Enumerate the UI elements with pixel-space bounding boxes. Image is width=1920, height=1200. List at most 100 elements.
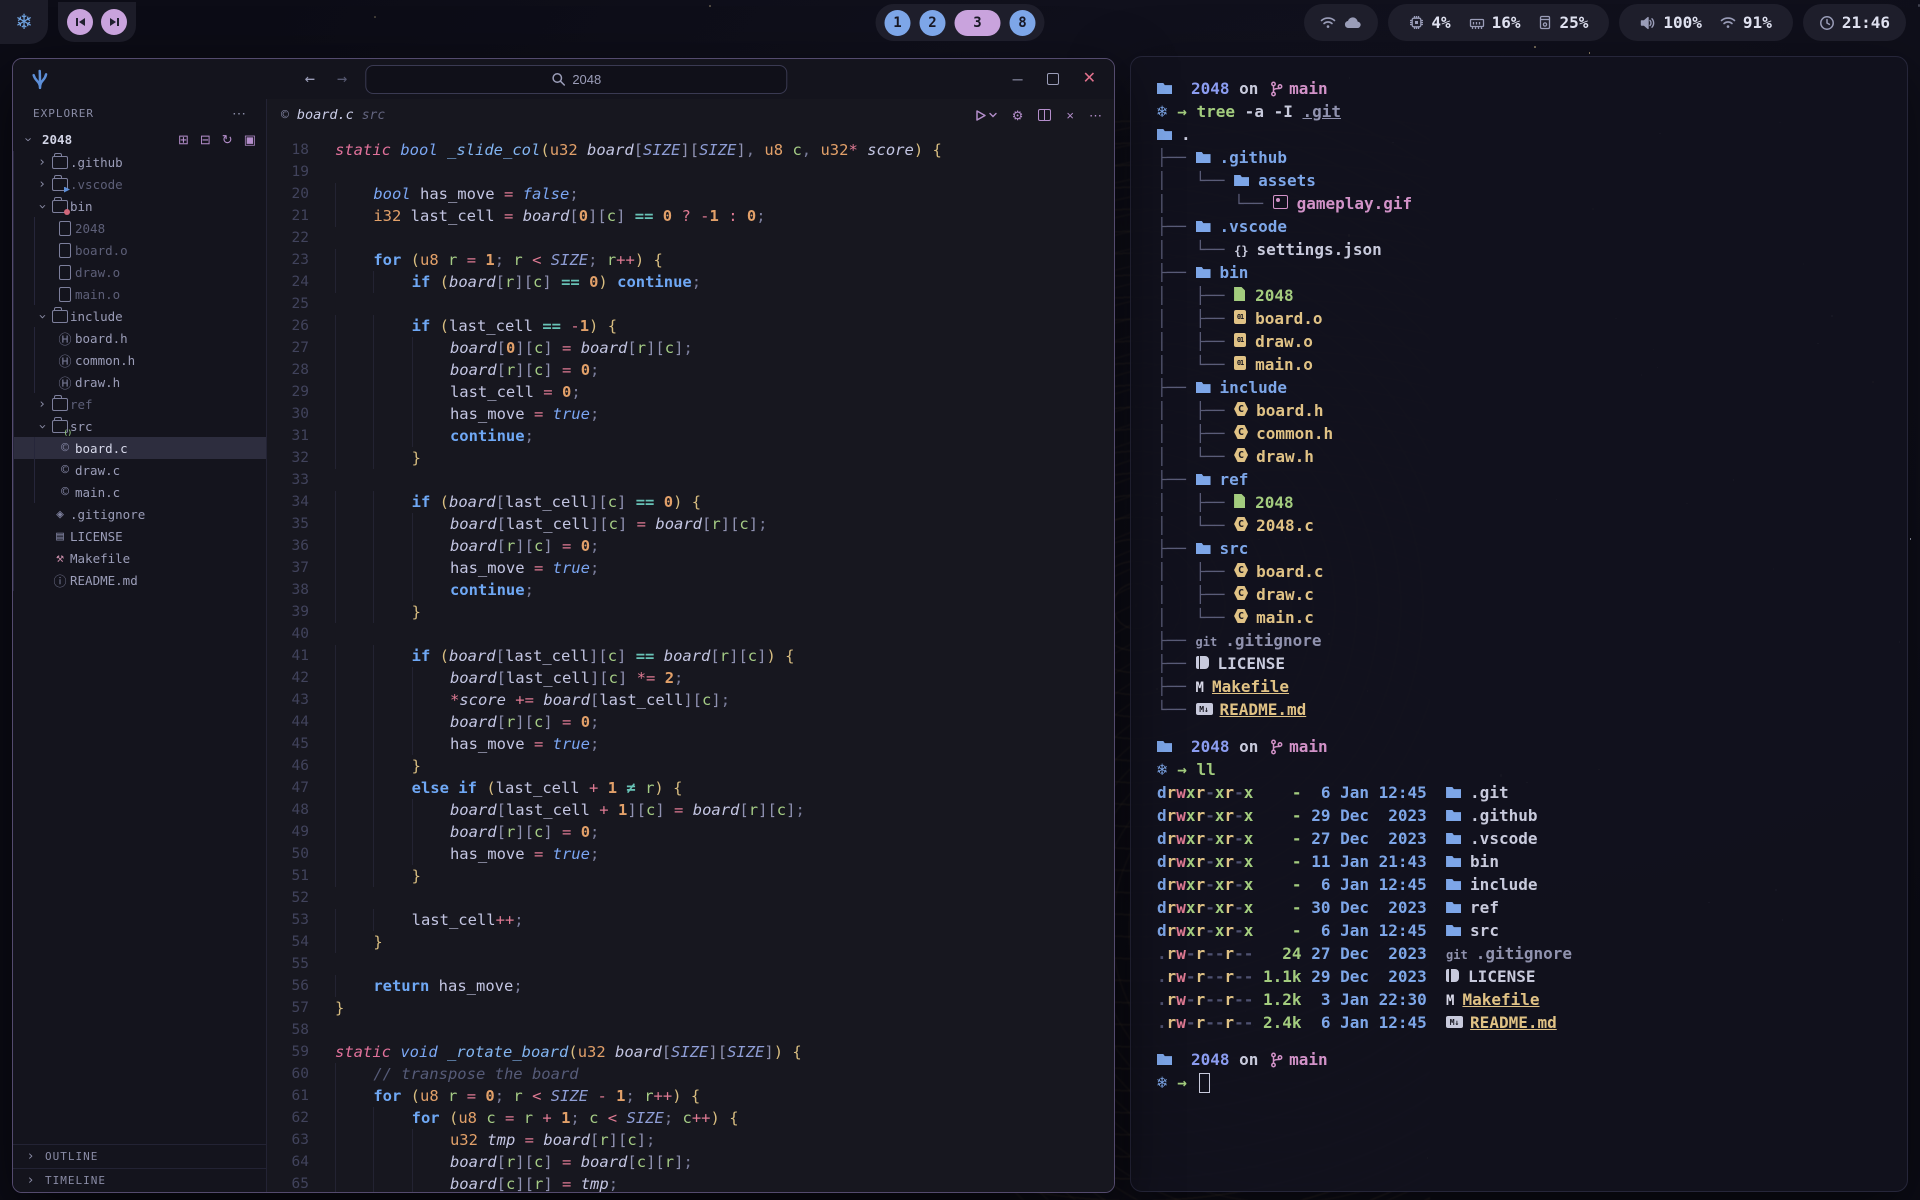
- explorer-item-README.md[interactable]: ⓘREADME.md: [13, 569, 266, 591]
- close-button[interactable]: ✕: [1083, 71, 1096, 87]
- explorer-item-bin[interactable]: ›bin: [13, 195, 266, 217]
- workspace-8[interactable]: 8: [1010, 10, 1036, 36]
- code-line[interactable]: 64board[r][c] = board[c][r];: [267, 1151, 1114, 1173]
- code-line[interactable]: 53last_cell++;: [267, 909, 1114, 931]
- explorer-item-draw.c[interactable]: ©draw.c: [13, 459, 266, 481]
- code-line[interactable]: 59static void _rotate_board(u32 board[SI…: [267, 1041, 1114, 1063]
- code-line[interactable]: 49board[r][c] = 0;: [267, 821, 1114, 843]
- code-line[interactable]: 52: [267, 887, 1114, 909]
- nav-forward-button[interactable]: →: [333, 67, 351, 91]
- code-line[interactable]: 20bool has_move = false;: [267, 183, 1114, 205]
- tree-entry-README.md[interactable]: README.md: [1220, 700, 1307, 719]
- code-line[interactable]: 42board[last_cell][c] *= 2;: [267, 667, 1114, 689]
- minimize-button[interactable]: ─: [1013, 72, 1023, 86]
- code-line[interactable]: 41if (board[last_cell][c] == board[r][c]…: [267, 645, 1114, 667]
- code-line[interactable]: 35board[last_cell][c] = board[r][c];: [267, 513, 1114, 535]
- more-actions-button[interactable]: ⋯: [1089, 109, 1102, 122]
- audio-wifi-pill[interactable]: 100% 91%: [1619, 4, 1792, 41]
- vscode-titlebar[interactable]: ← → 2048 ─ ✕: [13, 59, 1114, 99]
- code-line[interactable]: 23for (u8 r = 1; r < SIZE; r++) {: [267, 249, 1114, 271]
- code-line[interactable]: 25: [267, 293, 1114, 315]
- code-line[interactable]: 44board[r][c] = 0;: [267, 711, 1114, 733]
- explorer-item-.vscode[interactable]: ›.vscode: [13, 173, 266, 195]
- command-search-input[interactable]: 2048: [365, 65, 787, 94]
- code-line[interactable]: 65board[c][r] = tmp;: [267, 1173, 1114, 1192]
- new-folder-button[interactable]: ⊟: [200, 133, 211, 146]
- new-file-button[interactable]: ⊞: [178, 133, 189, 146]
- workspace-1[interactable]: 1: [885, 10, 911, 36]
- code-line[interactable]: 58: [267, 1019, 1114, 1041]
- code-line[interactable]: 63u32 tmp = board[r][c];: [267, 1129, 1114, 1151]
- explorer-item-main.c[interactable]: ©main.c: [13, 481, 266, 503]
- breadcrumb-context[interactable]: src: [362, 108, 385, 123]
- breadcrumb-file[interactable]: board.c: [297, 107, 354, 123]
- code-line[interactable]: 38continue;: [267, 579, 1114, 601]
- code-line[interactable]: 27board[0][c] = board[r][c];: [267, 337, 1114, 359]
- explorer-item-draw.o[interactable]: draw.o: [13, 261, 266, 283]
- code-line[interactable]: 48board[last_cell + 1][c] = board[r][c];: [267, 799, 1114, 821]
- explorer-item-board.c[interactable]: ©board.c: [13, 437, 266, 459]
- explorer-item-common.h[interactable]: Ⓗcommon.h: [13, 349, 266, 371]
- explorer-item-2048[interactable]: 2048: [13, 217, 266, 239]
- explorer-root-row[interactable]: › 2048 ⊞ ⊟ ↻ ▣: [13, 127, 266, 151]
- code-line[interactable]: 22: [267, 227, 1114, 249]
- settings-button[interactable]: ⚙: [1012, 109, 1024, 122]
- code-line[interactable]: 46}: [267, 755, 1114, 777]
- workspace-3-active[interactable]: 3: [955, 10, 1001, 36]
- explorer-item-include[interactable]: ›include: [13, 305, 266, 327]
- workspace-2[interactable]: 2: [920, 10, 946, 36]
- code-line[interactable]: 43*score += board[last_cell][c];: [267, 689, 1114, 711]
- code-line[interactable]: 31continue;: [267, 425, 1114, 447]
- explorer-item-LICENSE[interactable]: ▤LICENSE: [13, 525, 266, 547]
- code-line[interactable]: 34if (board[last_cell][c] == 0) {: [267, 491, 1114, 513]
- tree-entry-Makefile[interactable]: Makefile: [1212, 677, 1289, 696]
- code-line[interactable]: 26if (last_cell == -1) {: [267, 315, 1114, 337]
- close-editor-button[interactable]: ×: [1066, 109, 1074, 122]
- code-line[interactable]: 30has_move = true;: [267, 403, 1114, 425]
- code-line[interactable]: 29last_cell = 0;: [267, 381, 1114, 403]
- explorer-item-ref[interactable]: ›ref: [13, 393, 266, 415]
- explorer-item-.gitignore[interactable]: ◈.gitignore: [13, 503, 266, 525]
- code-line[interactable]: 33: [267, 469, 1114, 491]
- code-line[interactable]: 45has_move = true;: [267, 733, 1114, 755]
- code-line[interactable]: 51}: [267, 865, 1114, 887]
- code-line[interactable]: 18static bool _slide_col(u32 board[SIZE]…: [267, 139, 1114, 161]
- code-line[interactable]: 37has_move = true;: [267, 557, 1114, 579]
- explorer-item-board.h[interactable]: Ⓗboard.h: [13, 327, 266, 349]
- code-line[interactable]: 19: [267, 161, 1114, 183]
- code-line[interactable]: 62for (u8 c = r + 1; c < SIZE; c++) {: [267, 1107, 1114, 1129]
- explorer-item-Makefile[interactable]: ⚒Makefile: [13, 547, 266, 569]
- code-line[interactable]: 56return has_move;: [267, 975, 1114, 997]
- code-line[interactable]: 57}: [267, 997, 1114, 1019]
- code-line[interactable]: 50has_move = true;: [267, 843, 1114, 865]
- outline-panel[interactable]: › OUTLINE: [13, 1144, 266, 1168]
- code-line[interactable]: 39}: [267, 601, 1114, 623]
- code-line[interactable]: 28board[r][c] = 0;: [267, 359, 1114, 381]
- code-line[interactable]: 61for (u8 r = 0; r < SIZE - 1; r++) {: [267, 1085, 1114, 1107]
- split-editor-button[interactable]: [1038, 109, 1051, 121]
- nav-back-button[interactable]: ←: [301, 67, 319, 91]
- code-line[interactable]: 60// transpose the board: [267, 1063, 1114, 1085]
- code-line[interactable]: 47else if (last_cell + 1 ≠ r) {: [267, 777, 1114, 799]
- code-line[interactable]: 21i32 last_cell = board[0][c] == 0 ? -1 …: [267, 205, 1114, 227]
- refresh-button[interactable]: ↻: [222, 133, 233, 146]
- explorer-item-src[interactable]: ›src: [13, 415, 266, 437]
- explorer-item-main.o[interactable]: main.o: [13, 283, 266, 305]
- network-status-pill[interactable]: [1304, 4, 1378, 41]
- explorer-item-.github[interactable]: ›.github: [13, 151, 266, 173]
- explorer-more-button[interactable]: ⋯: [226, 104, 252, 123]
- explorer-item-board.o[interactable]: board.o: [13, 239, 266, 261]
- media-next-button[interactable]: [101, 9, 127, 35]
- collapse-all-button[interactable]: ▣: [244, 133, 256, 146]
- launcher-button[interactable]: ❄: [0, 0, 48, 44]
- code-line[interactable]: 24if (board[r][c] == 0) continue;: [267, 271, 1114, 293]
- code-editor[interactable]: 18static bool _slide_col(u32 board[SIZE]…: [267, 131, 1114, 1192]
- code-line[interactable]: 32}: [267, 447, 1114, 469]
- ll-entry-Makefile[interactable]: Makefile: [1462, 990, 1539, 1009]
- ll-entry-README.md[interactable]: README.md: [1470, 1013, 1557, 1032]
- explorer-item-draw.h[interactable]: Ⓗdraw.h: [13, 371, 266, 393]
- timeline-panel[interactable]: › TIMELINE: [13, 1168, 266, 1192]
- run-button[interactable]: [974, 109, 997, 122]
- code-line[interactable]: 36board[r][c] = 0;: [267, 535, 1114, 557]
- code-line[interactable]: 55: [267, 953, 1114, 975]
